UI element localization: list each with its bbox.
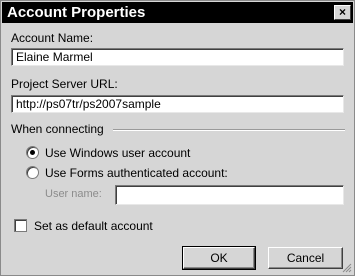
account-name-input[interactable]: Elaine Marmel: [11, 48, 344, 66]
user-name-input[interactable]: [115, 185, 344, 205]
forms-account-radio[interactable]: [26, 166, 39, 179]
when-connecting-group-label: When connecting: [11, 122, 104, 136]
resize-grip-icon[interactable]: [342, 263, 352, 273]
windows-account-radio[interactable]: [26, 146, 39, 159]
close-button[interactable]: ×: [334, 5, 351, 20]
default-account-checkbox[interactable]: [14, 219, 27, 232]
title-bar[interactable]: Account Properties ×: [2, 2, 353, 23]
account-name-label: Account Name:: [11, 31, 94, 45]
account-properties-dialog: Account Properties × Account Name: Elain…: [0, 0, 355, 276]
cancel-button[interactable]: Cancel: [268, 247, 343, 269]
radio-selected-dot: [30, 150, 35, 155]
group-divider: [113, 129, 345, 131]
close-icon: ×: [338, 5, 346, 19]
user-name-label: User name:: [45, 188, 102, 200]
ok-button[interactable]: OK: [182, 246, 256, 270]
server-url-input[interactable]: http://ps07tr/ps2007sample: [11, 95, 344, 113]
dialog-title: Account Properties: [7, 4, 146, 21]
forms-account-label[interactable]: Use Forms authenticated account:: [45, 166, 228, 180]
windows-account-label[interactable]: Use Windows user account: [45, 146, 190, 160]
server-url-label: Project Server URL:: [11, 77, 118, 91]
default-account-label[interactable]: Set as default account: [34, 219, 153, 233]
